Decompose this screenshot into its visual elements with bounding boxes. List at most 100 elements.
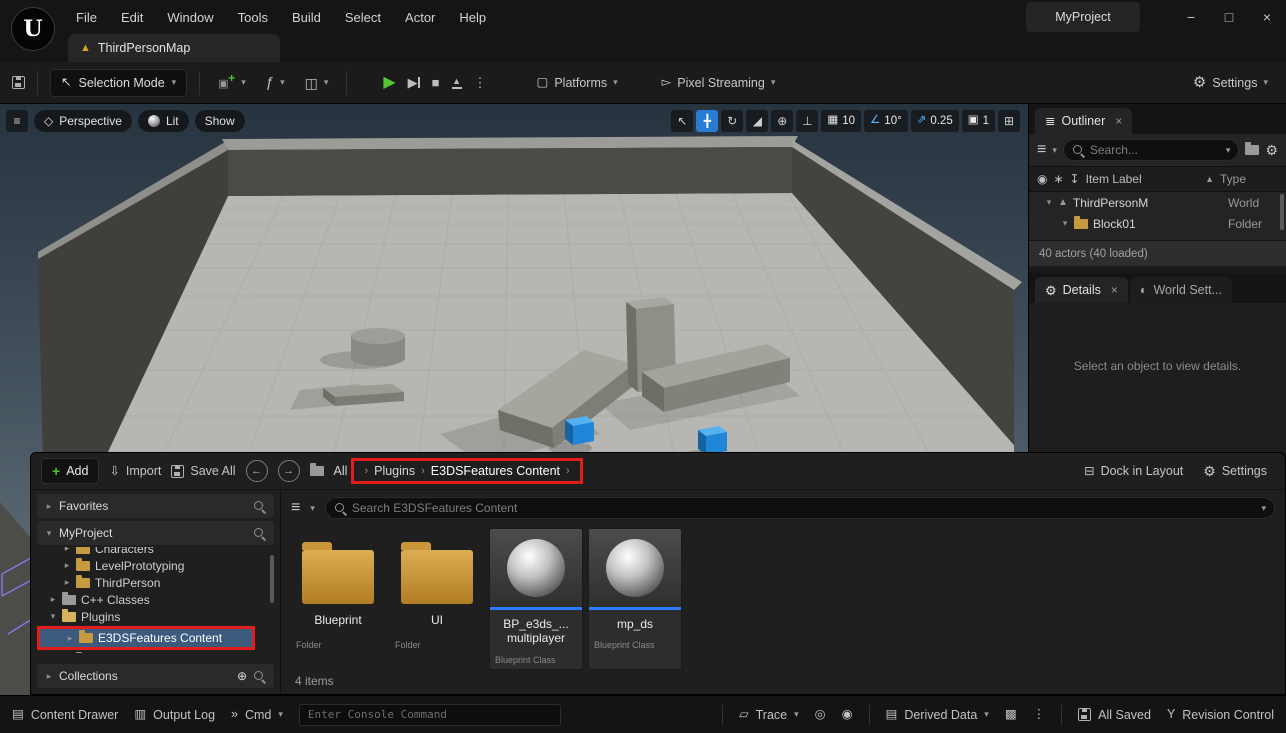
menu-tools[interactable]: Tools <box>226 0 280 34</box>
maximize-button[interactable]: □ <box>1210 0 1248 34</box>
outliner-row-world[interactable]: ▾ ▲ ThirdPersonM World <box>1029 192 1286 213</box>
tree-item-characters[interactable]: ▸ Characters <box>37 547 274 557</box>
tree-scrollbar[interactable] <box>270 555 274 603</box>
content-browser-settings-button[interactable]: ⚙ Settings <box>1203 464 1267 478</box>
save-icon[interactable] <box>12 76 25 89</box>
eye-icon[interactable]: ◉ <box>1037 173 1047 185</box>
blueprints-dropdown[interactable]: ƒ ▾ <box>260 71 291 94</box>
breadcrumb-all[interactable]: All <box>334 464 348 478</box>
menu-help[interactable]: Help <box>447 0 498 34</box>
tab-outliner[interactable]: ≣ Outliner × <box>1035 108 1132 134</box>
viewport-menu-button[interactable]: ≡ <box>6 110 28 132</box>
close-icon[interactable]: × <box>1115 115 1122 127</box>
close-button[interactable]: × <box>1248 0 1286 34</box>
content-drawer-button[interactable]: ▤ Content Drawer <box>12 708 118 722</box>
menu-edit[interactable]: Edit <box>109 0 155 34</box>
console-command-box[interactable] <box>299 704 561 726</box>
skip-button[interactable]: ▶ <box>408 76 420 89</box>
menu-build[interactable]: Build <box>280 0 333 34</box>
platforms-dropdown[interactable]: ▢ Platforms ▾ <box>531 72 624 94</box>
import-button[interactable]: ⇩ Import <box>109 464 161 478</box>
menu-select[interactable]: Select <box>333 0 393 34</box>
all-saved-button[interactable]: All Saved <box>1078 708 1151 722</box>
tree-item-e3dsfeatures-content[interactable]: ▸ E3DSFeatures Content <box>40 629 252 647</box>
collections-header[interactable]: ▸ Collections ⊕ <box>37 664 274 688</box>
tree-item-plugins[interactable]: ▾ Plugins <box>37 608 274 625</box>
asset-search[interactable]: ▾ <box>325 497 1275 519</box>
minimize-button[interactable]: − <box>1172 0 1210 34</box>
breadcrumb-plugins[interactable]: Plugins <box>374 464 415 478</box>
settings-dropdown[interactable]: ⚙ Settings ▾ <box>1187 71 1274 94</box>
expander-icon[interactable]: ▾ <box>1061 219 1069 228</box>
outliner-search-input[interactable] <box>1090 143 1221 157</box>
cylinder-prop[interactable] <box>351 328 405 366</box>
perspective-dropdown[interactable]: ◇ Perspective <box>34 110 132 132</box>
outliner-row-folder[interactable]: ▾ Block01 Folder <box>1029 213 1286 234</box>
select-tool[interactable]: ↖ <box>671 110 693 132</box>
pin-icon[interactable]: ↧ <box>1070 173 1080 185</box>
unreal-logo[interactable]: U <box>11 7 55 51</box>
cinematics-dropdown[interactable]: ◫ ▾ <box>299 72 335 94</box>
dock-in-layout-button[interactable]: ⊟ Dock in Layout <box>1084 464 1183 478</box>
scale-tool[interactable]: ◢ <box>746 110 768 132</box>
forward-button[interactable]: → <box>278 460 300 482</box>
search-icon[interactable] <box>253 527 266 540</box>
play-button[interactable]: ▶ <box>383 75 395 91</box>
maximize-viewport-button[interactable]: ⊞ <box>998 110 1020 132</box>
asset-tile-mp-ds[interactable]: mp_ds Blueprint Class <box>588 528 682 670</box>
screenshot-icon[interactable]: ◉ <box>842 708 853 721</box>
browse-folder-icon[interactable] <box>310 466 324 476</box>
add-actor-dropdown[interactable]: ▣+ ▾ <box>212 71 252 94</box>
tree-item-cpp-classes[interactable]: ▸ C++ Classes <box>37 591 274 608</box>
outliner-search[interactable]: ▾ <box>1063 139 1240 161</box>
breadcrumb-e3ds-content[interactable]: E3DSFeatures Content <box>431 464 560 478</box>
tab-details[interactable]: ⚙ Details × <box>1035 277 1128 303</box>
back-button[interactable]: ← <box>246 460 268 482</box>
outliner-scrollbar[interactable] <box>1280 194 1284 230</box>
pixel-streaming-dropdown[interactable]: ▻ Pixel Streaming ▾ <box>656 72 782 94</box>
console-command-input[interactable] <box>308 708 552 721</box>
camera-speed-control[interactable]: ▣ 1 <box>962 110 995 132</box>
filter-icon[interactable]: ≡ <box>1037 142 1046 158</box>
scale-snap-control[interactable]: ⇗ 0.25 <box>911 110 959 132</box>
add-folder-icon[interactable] <box>1245 145 1259 155</box>
world-space-toggle[interactable]: ⊕ <box>771 110 793 132</box>
lit-dropdown[interactable]: Lit <box>138 110 189 132</box>
blue-cube-2[interactable] <box>698 426 727 455</box>
tab-world-settings[interactable]: ◐ World Sett... <box>1130 277 1232 303</box>
save-all-button[interactable]: Save All <box>171 464 235 478</box>
menu-actor[interactable]: Actor <box>393 0 447 34</box>
derived-data-button[interactable]: ▤ Derived Data ▾ <box>886 708 989 722</box>
favorites-header[interactable]: ▸ Favorites <box>37 494 274 518</box>
stop-button[interactable]: ■ <box>432 76 440 89</box>
add-collection-icon[interactable]: ⊕ <box>237 670 247 682</box>
grid-snap-control[interactable]: ▦ 10 <box>821 110 861 132</box>
grid-status-icon[interactable]: ▩ <box>1005 708 1017 721</box>
output-log-button[interactable]: ▥ Output Log <box>134 708 215 722</box>
rotation-snap-control[interactable]: ∠ 10° <box>864 110 908 132</box>
rotate-tool[interactable]: ↻ <box>721 110 743 132</box>
insights-icon[interactable]: ◎ <box>815 708 826 721</box>
menu-file[interactable]: File <box>64 0 109 34</box>
column-type[interactable]: Type <box>1220 172 1278 186</box>
myproject-header[interactable]: ▾ MyProject <box>37 521 274 545</box>
blue-cube-1[interactable] <box>565 416 594 445</box>
play-options-kebab[interactable]: ⋮ <box>474 76 487 89</box>
close-icon[interactable]: × <box>1111 284 1118 296</box>
search-icon[interactable] <box>253 500 266 513</box>
modified-icon[interactable]: ∗ <box>1053 173 1063 185</box>
selection-mode-dropdown[interactable]: ↖ Selection Mode ▾ <box>50 69 187 97</box>
menu-window[interactable]: Window <box>155 0 225 34</box>
revision-control-button[interactable]: Y Revision Control <box>1167 708 1274 722</box>
tree-item-thirdperson[interactable]: ▸ ThirdPerson <box>37 574 274 591</box>
asset-tile-bp-e3ds-multiplayer[interactable]: BP_e3ds_... multiplayer Blueprint Class <box>489 528 583 670</box>
asset-search-input[interactable] <box>352 501 1257 515</box>
folder-tile-blueprint[interactable]: Blueprint Folder <box>291 528 385 670</box>
filter-icon[interactable]: ≡ <box>291 500 300 516</box>
tab-third-person-map[interactable]: ▲ ThirdPersonMap <box>68 34 280 62</box>
surface-snap-toggle[interactable]: ⊥ <box>796 110 818 132</box>
trace-button[interactable]: ▱ Trace ▾ <box>739 708 799 722</box>
folder-tile-ui[interactable]: UI Folder <box>390 528 484 670</box>
move-tool[interactable]: ╋ <box>696 110 718 132</box>
eject-button[interactable]: ▲ <box>452 77 462 89</box>
